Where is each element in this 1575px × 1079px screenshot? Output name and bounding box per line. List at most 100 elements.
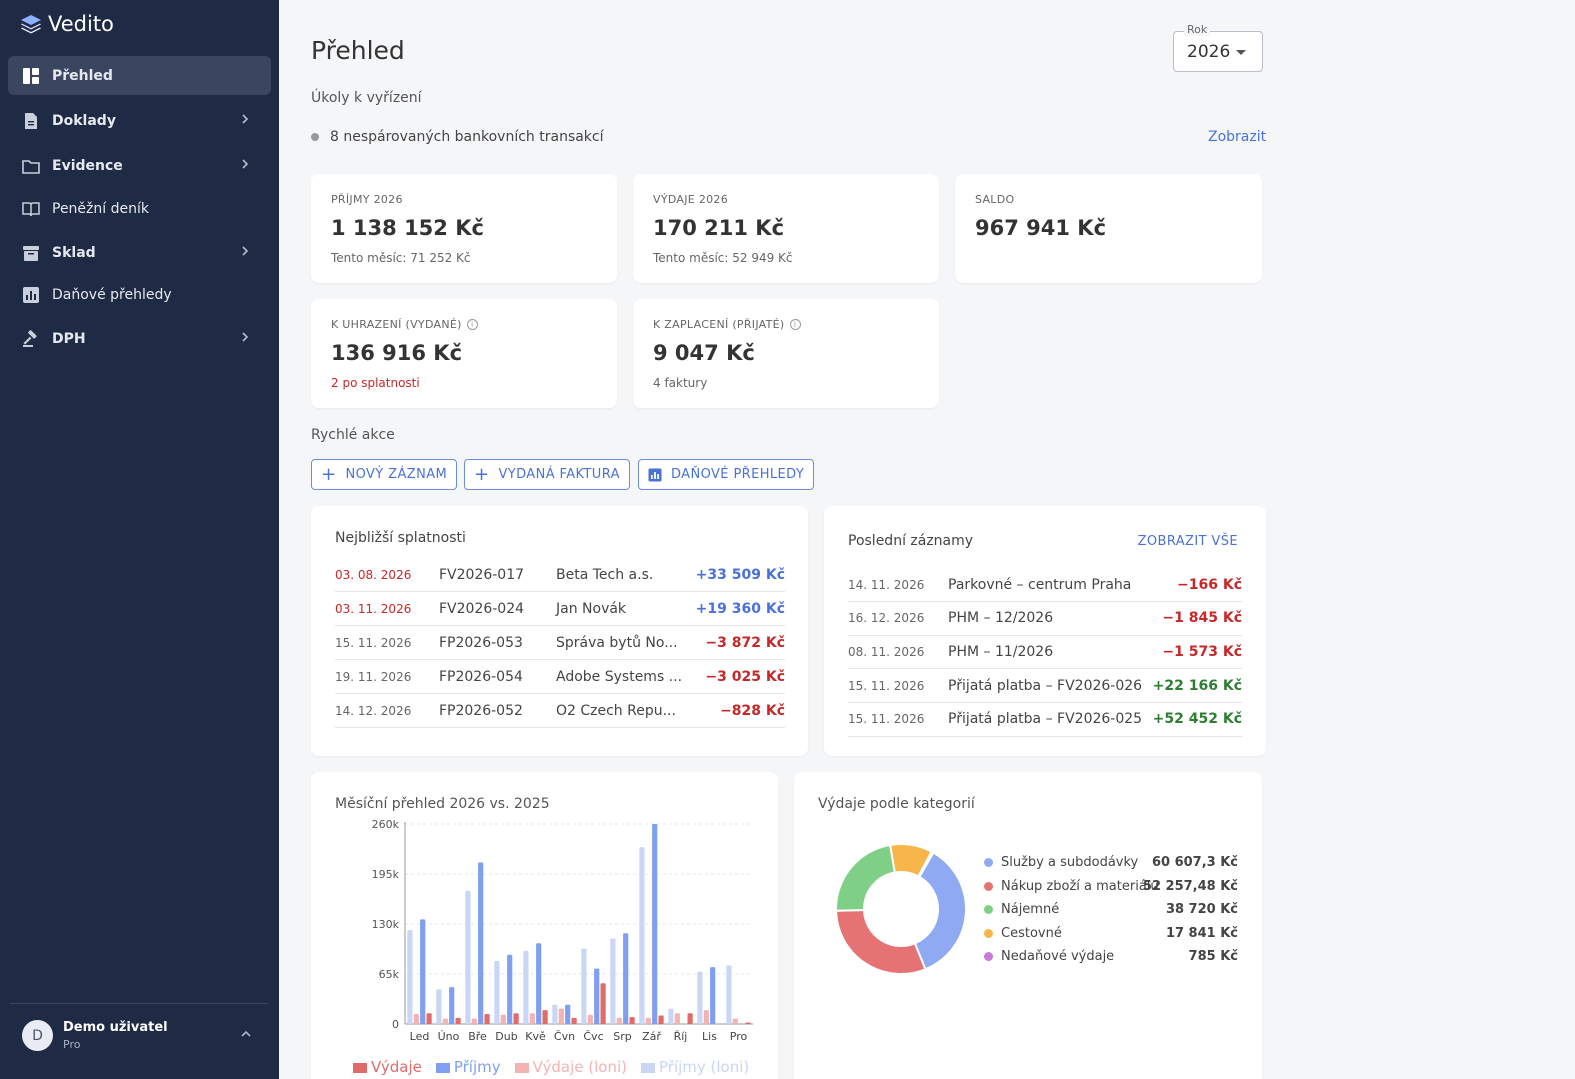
sidebar-item-sklad[interactable]: Sklad bbox=[8, 233, 271, 272]
year-select[interactable]: Rok 2026 bbox=[1173, 23, 1263, 72]
bar[interactable] bbox=[442, 1018, 448, 1024]
bar[interactable] bbox=[436, 989, 442, 1024]
bar[interactable] bbox=[726, 965, 732, 1024]
category-legend-row[interactable]: Nákup zboží a materiálu 52 257,48 Kč bbox=[984, 875, 1238, 899]
x-tick-label: Čvc bbox=[583, 1030, 603, 1043]
category-legend-row[interactable]: Nájemné 38 720 Kč bbox=[984, 898, 1238, 922]
new-record-button[interactable]: + NOVÝ ZÁZNAM bbox=[311, 459, 458, 490]
bar[interactable] bbox=[542, 1010, 548, 1024]
due-date: 19. 11. 2026 bbox=[335, 669, 412, 684]
bar[interactable] bbox=[552, 1004, 558, 1024]
sidebar-item-evidence[interactable]: Evidence bbox=[8, 146, 271, 185]
donut-slice[interactable] bbox=[835, 843, 896, 912]
legend-dot-icon bbox=[984, 858, 993, 868]
bar[interactable] bbox=[413, 1014, 419, 1024]
bar[interactable] bbox=[674, 1013, 680, 1024]
category-legend-row[interactable]: Cestovné 17 841 Kč bbox=[984, 922, 1238, 946]
bar[interactable] bbox=[465, 890, 471, 1024]
bar[interactable] bbox=[697, 971, 703, 1024]
bar[interactable] bbox=[500, 1014, 506, 1024]
bar[interactable] bbox=[652, 824, 658, 1024]
bar[interactable] bbox=[571, 1017, 577, 1024]
bar[interactable] bbox=[494, 960, 500, 1024]
bar[interactable] bbox=[407, 930, 413, 1024]
due-card-title: Nejbližší splatnosti bbox=[335, 530, 466, 546]
partner-name: Jan Novák bbox=[556, 600, 627, 617]
bar[interactable] bbox=[420, 919, 426, 1024]
task-view-link[interactable]: Zobrazit bbox=[1208, 129, 1266, 145]
bar[interactable] bbox=[645, 1017, 651, 1024]
bullet-icon bbox=[311, 133, 319, 141]
sidebar-item-danove-prehledy[interactable]: Daňové přehledy bbox=[8, 275, 271, 314]
bar[interactable] bbox=[594, 968, 600, 1024]
bar[interactable] bbox=[513, 1013, 519, 1024]
bar[interactable] bbox=[687, 1013, 693, 1024]
category-legend-row[interactable]: Služby a subdodávky 60 607,3 Kč bbox=[984, 851, 1238, 875]
view-all-link[interactable]: ZOBRAZIT VŠE bbox=[1138, 534, 1238, 549]
bar[interactable] bbox=[484, 1014, 490, 1024]
legend-item[interactable]: Výdaje (loni) bbox=[514, 1058, 627, 1076]
legend-item[interactable]: Příjmy (loni) bbox=[640, 1058, 749, 1076]
bar[interactable] bbox=[426, 1013, 432, 1024]
bar[interactable] bbox=[558, 1008, 564, 1024]
recent-row[interactable]: 16. 12. 2026 PHM – 12/2026 −1 845 Kč bbox=[848, 602, 1242, 636]
kpi-subtext: 4 faktury bbox=[653, 376, 708, 390]
legend-dot-icon bbox=[984, 952, 993, 962]
due-row[interactable]: 19. 11. 2026 FP2026-054 Adobe Systems ... −… bbox=[335, 660, 785, 694]
app-logo[interactable]: Vedito bbox=[20, 12, 114, 36]
due-row[interactable]: 15. 11. 2026 FP2026-053 Správa bytů No... −… bbox=[335, 626, 785, 660]
bar[interactable] bbox=[745, 1022, 751, 1024]
chevron-up-icon[interactable] bbox=[240, 1028, 252, 1040]
bar[interactable] bbox=[616, 1017, 622, 1024]
bar[interactable] bbox=[639, 847, 645, 1024]
due-row[interactable]: 14. 12. 2026 FP2026-052 O2 Czech Repu... −8… bbox=[335, 694, 785, 728]
bar[interactable] bbox=[658, 1015, 664, 1024]
bar[interactable] bbox=[536, 943, 542, 1024]
bar[interactable] bbox=[600, 983, 606, 1024]
bar[interactable] bbox=[478, 862, 484, 1024]
info-icon[interactable]: i bbox=[466, 319, 478, 330]
bar[interactable] bbox=[703, 1010, 709, 1024]
bar[interactable] bbox=[507, 954, 513, 1024]
recent-row[interactable]: 08. 11. 2026 PHM – 11/2026 −1 573 Kč bbox=[848, 635, 1242, 670]
category-name: Cestovné bbox=[1001, 925, 1062, 941]
category-amount: 60 607,3 Kč bbox=[1151, 855, 1238, 871]
bar[interactable] bbox=[523, 950, 529, 1024]
doc-number: FP2026-053 bbox=[439, 634, 523, 651]
record-amount: −1 573 Kč bbox=[1162, 643, 1242, 660]
user-profile[interactable]: D Demo uživatel Pro bbox=[22, 1020, 168, 1051]
sidebar-item-penezni-denik[interactable]: Peněžní deník bbox=[8, 189, 271, 228]
bar[interactable] bbox=[610, 938, 616, 1024]
category-amount: 52 257,48 Kč bbox=[1142, 878, 1238, 894]
sidebar-item-prehled[interactable]: Přehled bbox=[8, 56, 271, 95]
partner-name: Adobe Systems ... bbox=[556, 668, 683, 685]
bar[interactable] bbox=[629, 1017, 635, 1024]
bar[interactable] bbox=[732, 1018, 738, 1024]
recent-row[interactable]: 15. 11. 2026 Přijatá platba – FV2026-025 +… bbox=[848, 703, 1242, 737]
bar[interactable] bbox=[581, 948, 587, 1024]
legend-item[interactable]: Příjmy bbox=[435, 1058, 501, 1076]
sidebar-item-dph[interactable]: DPH bbox=[8, 319, 271, 358]
legend-item[interactable]: Výdaje bbox=[353, 1058, 422, 1076]
bar[interactable] bbox=[529, 1013, 535, 1024]
donut-slice[interactable] bbox=[834, 908, 927, 975]
category-name: Nedaňové výdaje bbox=[1001, 949, 1115, 965]
recent-row[interactable]: 15. 11. 2026 Přijatá platba – FV2026-026 +… bbox=[848, 669, 1242, 704]
bar[interactable] bbox=[623, 933, 629, 1024]
sidebar-item-doklady[interactable]: Doklady bbox=[8, 101, 271, 140]
issued-invoice-button[interactable]: + VYDANÁ FAKTURA bbox=[464, 459, 630, 490]
due-row[interactable]: 03. 11. 2026 FV2026-024 Jan Novák +19 360 K… bbox=[335, 592, 785, 626]
bar[interactable] bbox=[565, 1004, 571, 1024]
bar[interactable] bbox=[449, 987, 455, 1024]
bar[interactable] bbox=[455, 1017, 461, 1024]
record-description: Přijatá platba – FV2026-026 bbox=[948, 677, 1143, 694]
bar[interactable] bbox=[710, 967, 716, 1024]
bar[interactable] bbox=[587, 1014, 593, 1024]
tax-reports-button[interactable]: DAŇOVÉ PŘEHLEDY bbox=[638, 459, 815, 490]
bar[interactable] bbox=[471, 1018, 477, 1024]
due-row[interactable]: 03. 08. 2026 FV2026-017 Beta Tech a.s. +33 … bbox=[335, 558, 785, 592]
info-icon[interactable]: i bbox=[789, 319, 801, 330]
recent-row[interactable]: 14. 11. 2026 Parkovné – centrum Praha −166… bbox=[848, 568, 1242, 602]
category-legend-row[interactable]: Nedaňové výdaje 785 Kč bbox=[984, 945, 1238, 969]
bar[interactable] bbox=[668, 1008, 674, 1024]
